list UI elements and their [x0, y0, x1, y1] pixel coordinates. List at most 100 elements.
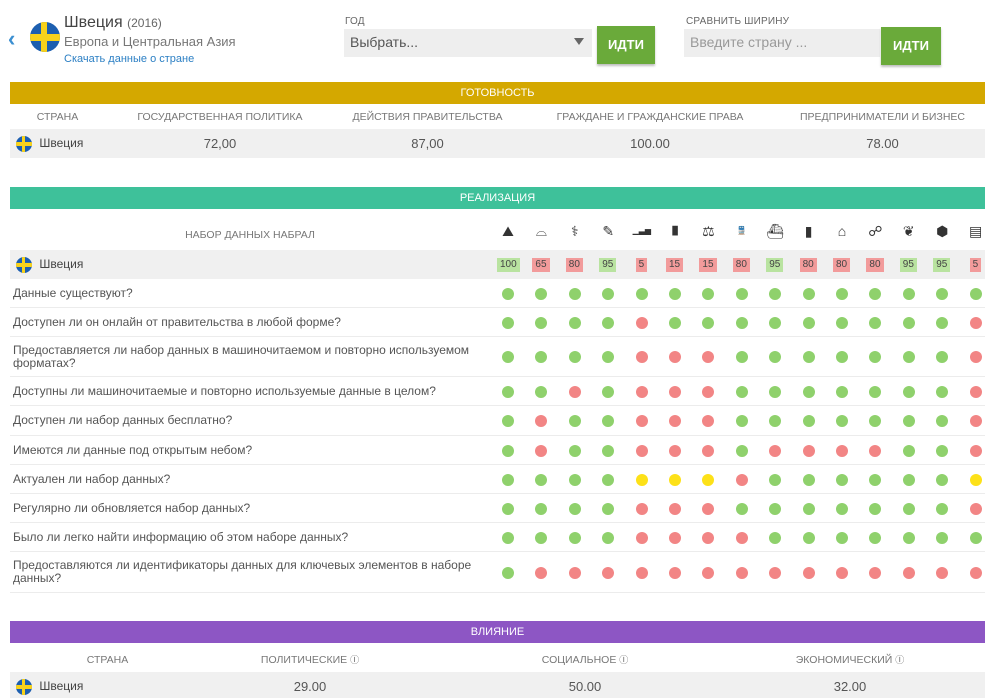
status-dot [502, 502, 514, 515]
status-dot [735, 415, 748, 427]
education-icon[interactable]: ✎ [599, 222, 617, 240]
status-dot [735, 385, 748, 398]
question-row: Данные существуют? [10, 279, 985, 308]
status-dot [635, 566, 648, 579]
status-dot [769, 316, 782, 329]
status-dot [735, 566, 748, 579]
status-dot [702, 444, 715, 457]
status-dot [502, 351, 514, 363]
readiness-citizens-value: 100.00 [630, 136, 670, 151]
status-dot [568, 444, 581, 457]
status-dot [902, 566, 915, 579]
contracts-icon[interactable]: ⬢ [933, 222, 951, 240]
status-dot [602, 385, 615, 398]
status-dot [568, 415, 581, 427]
status-dot [735, 473, 748, 486]
status-dot [735, 351, 748, 363]
status-dot [568, 566, 581, 579]
status-dot [602, 531, 615, 544]
status-dot [568, 287, 581, 300]
status-dot [769, 444, 782, 457]
implementation-section-bar: РЕАЛИЗАЦИЯ [10, 187, 985, 209]
map-icon[interactable]: ⛰ [499, 222, 517, 240]
question-text: Регулярно ли обновляется набор данных? [13, 501, 251, 515]
status-dot [969, 385, 982, 398]
go-button[interactable]: ИДТИ [597, 26, 655, 64]
status-dot [535, 444, 548, 457]
country-year: (2016) [127, 16, 162, 30]
status-dot [902, 502, 915, 515]
status-dot [836, 531, 848, 544]
status-dot [802, 415, 815, 427]
implementation-country-name: Швеция [39, 257, 84, 272]
status-dot [969, 351, 982, 363]
status-dot [602, 351, 615, 363]
year-select[interactable]: Выбрать... [344, 29, 592, 57]
info-icon[interactable]: ⓘ [619, 655, 628, 665]
status-dot [969, 566, 982, 579]
legislation-icon[interactable]: ⚖ [699, 222, 717, 240]
status-dot [936, 502, 949, 515]
question-row: Предоставляются ли идентификаторы данных… [10, 552, 985, 593]
back-arrow-icon[interactable]: ‹ [8, 26, 15, 52]
question-text: Было ли легко найти информацию об этом н… [13, 530, 349, 544]
status-dot [535, 531, 548, 544]
compare-country-input[interactable]: Введите страну ... [684, 29, 880, 57]
status-dot [568, 316, 581, 329]
status-dot [735, 287, 748, 300]
status-dot [702, 415, 715, 427]
election-icon[interactable]: ☍ [866, 222, 884, 240]
status-dot [969, 415, 982, 427]
sweden-flag-icon [16, 257, 32, 273]
status-dot [969, 316, 982, 329]
status-dot [836, 351, 848, 363]
status-dot [769, 385, 782, 398]
land-icon[interactable]: ⌓ [532, 222, 550, 240]
status-dot [669, 415, 681, 427]
status-dot [936, 531, 949, 544]
status-dot [836, 415, 848, 427]
readiness-col-policy: ГОСУДАРСТВЕННАЯ ПОЛИТИКА [137, 111, 303, 123]
health-icon[interactable]: ⚕ [566, 222, 584, 240]
status-dot [702, 316, 715, 329]
budget-icon[interactable]: ▐▌ [666, 222, 684, 240]
status-dot [669, 473, 681, 486]
status-dot [535, 415, 548, 427]
transport-icon[interactable]: 🚆 [733, 222, 751, 240]
info-icon[interactable]: ⓘ [895, 655, 904, 665]
question-text: Данные существуют? [13, 286, 133, 300]
dataset-score-badge: 5 [969, 258, 982, 272]
company-icon[interactable]: ▮ [800, 222, 818, 240]
dataset-score-badge: 95 [933, 258, 951, 272]
status-dot [802, 385, 815, 398]
spending-icon[interactable]: ▤ [967, 222, 985, 240]
status-dot [735, 316, 748, 329]
compare-label: СРАВНИТЬ ШИРИНУ [686, 16, 790, 27]
info-icon[interactable]: ⓘ [350, 655, 359, 665]
status-dot [669, 287, 681, 300]
status-dot [869, 351, 882, 363]
status-dot [769, 287, 782, 300]
environment-icon[interactable]: ❦ [900, 222, 918, 240]
status-dot [535, 287, 548, 300]
status-dot [869, 502, 882, 515]
status-dot [568, 473, 581, 486]
status-dot [502, 444, 514, 457]
compare-go-button[interactable]: ИДТИ [881, 27, 941, 65]
stats-icon[interactable]: ▁▃▅ [633, 222, 651, 240]
country-title: Швеция (2016) [64, 14, 162, 32]
government-icon[interactable]: ⌂ [833, 222, 851, 240]
status-dot [836, 444, 848, 457]
status-dot [936, 385, 949, 398]
status-dot [869, 287, 882, 300]
status-dot [635, 287, 648, 300]
trade-icon[interactable]: ⛴ [766, 222, 784, 240]
status-dot [936, 415, 949, 427]
status-dot [502, 385, 514, 398]
download-country-data-link[interactable]: Скачать данные о стране [64, 53, 194, 65]
status-dot [902, 444, 915, 457]
dataset-score-badge: 5 [635, 258, 648, 272]
status-dot [769, 566, 782, 579]
status-dot [669, 351, 681, 363]
status-dot [602, 415, 615, 427]
